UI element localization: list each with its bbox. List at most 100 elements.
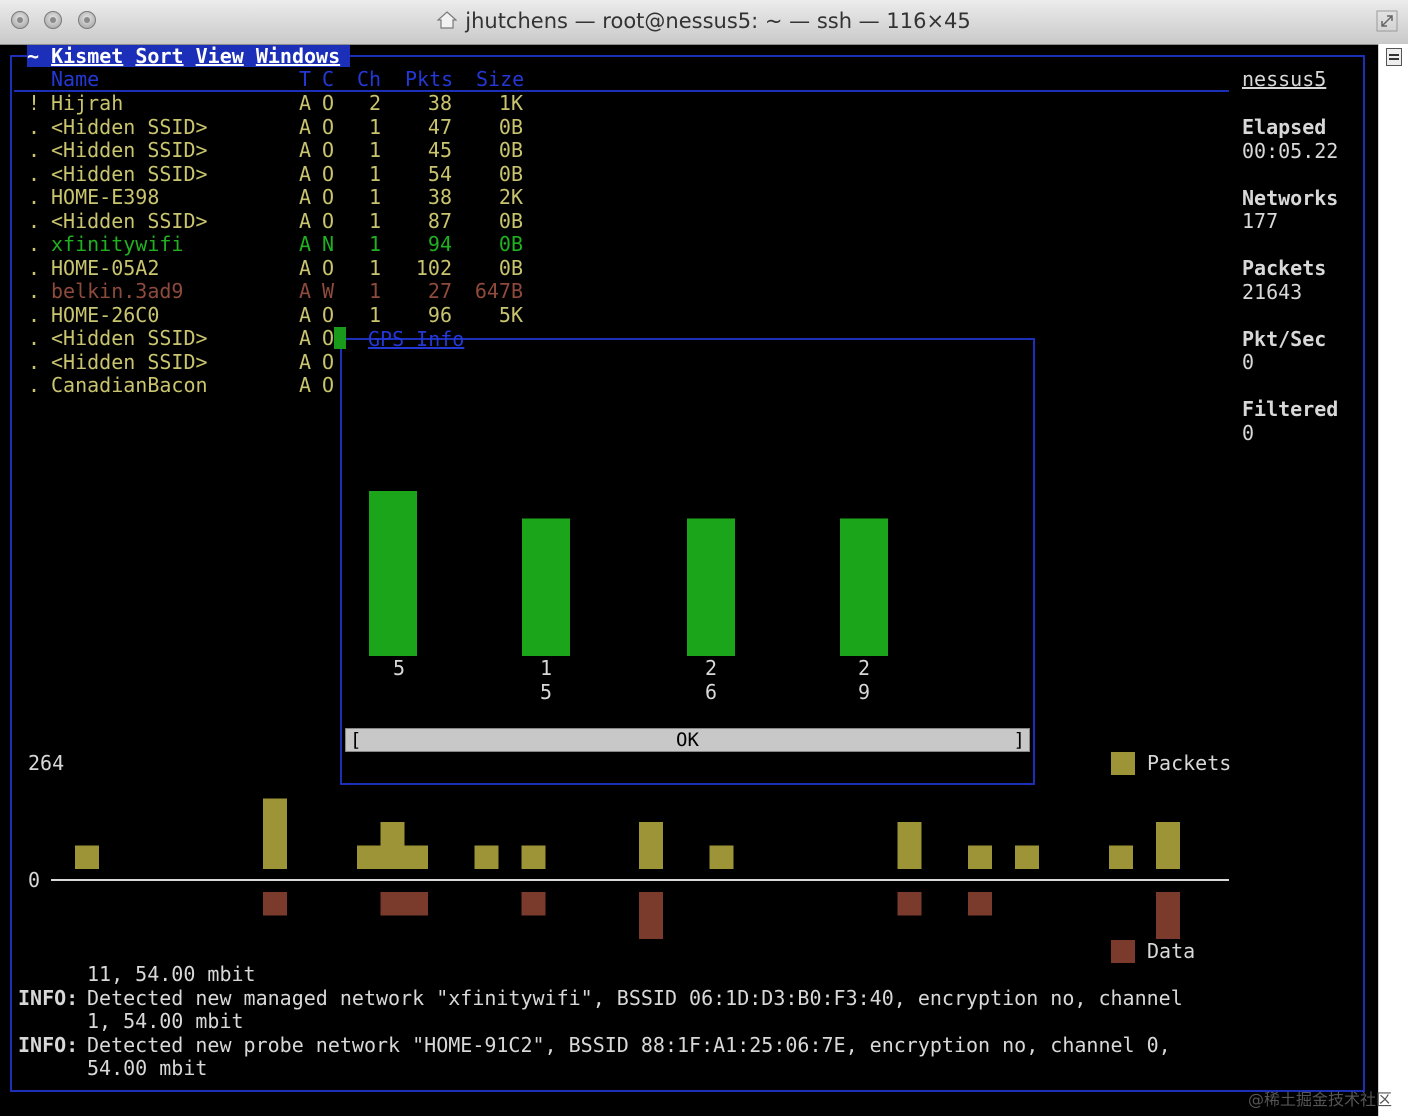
packets-bar [1015,845,1039,869]
data-bar [521,892,546,916]
network-cell-t: A [299,349,312,374]
log-tag: INFO: [18,985,79,1010]
kismet-menubar: ~ Kismet Sort View Windows [27,44,351,68]
sidebar-stat-value: 0 [1242,350,1255,374]
network-cell-name: <Hidden SSID> [51,114,208,139]
menu-tilde[interactable]: ~ [27,44,39,68]
network-cell-name: HOME-26C0 [51,302,160,327]
ok-bracket-right: ] [1013,729,1025,751]
packets-bar [968,845,992,869]
packets-bar [380,822,405,869]
network-cell-flag: . [28,138,41,162]
gps-bar-label: 5 [393,656,406,680]
network-cell-flag: . [28,373,41,397]
network-cell-c: O [322,326,335,350]
graph-ymax-label: 264 [28,751,65,775]
log-line: 1, 54.00 mbit [87,1009,244,1033]
gps-bar-label: 9 [858,679,871,704]
network-cell-flag: . [28,185,41,209]
ok-button[interactable]: [ OK ] [345,728,1030,752]
fullscreen-icon[interactable] [1376,10,1398,32]
sidebar-stat-label: Networks [1242,185,1339,210]
packets-bar [357,845,381,869]
network-cell-c: O [322,349,335,374]
data-bar [1156,892,1180,939]
column-header-type[interactable]: T [299,68,311,91]
network-cell-t: A [299,326,312,350]
packets-bar [75,845,99,869]
log-line: 11, 54.00 mbit [87,962,256,986]
legend-packets-swatch [1111,752,1135,775]
data-bar [404,892,428,916]
network-cell-name: <Hidden SSID> [51,326,208,350]
gps-bar-label: 1 [540,656,553,680]
column-header-packets[interactable]: Pkts [405,68,453,91]
graph-zero-label: 0 [28,868,41,892]
network-cell-size: 0B [498,161,523,186]
terminal-scrollbar[interactable] [1378,44,1408,1116]
legend-packets-label: Packets [1147,751,1232,775]
packets-bar [709,845,734,869]
sidebar-stat-value: 0 [1242,420,1255,445]
packets-bar [639,822,663,869]
log-tag: INFO: [18,1032,79,1057]
graph-axis-line [51,879,1229,881]
gps-info-title: GPS Info [368,327,465,351]
sidebar-stat-label: Pkt/Sec [1242,326,1327,351]
packets-bar [1109,845,1133,869]
column-header-channel[interactable]: Ch [357,68,381,91]
sidebar-stat-value: 177 [1242,209,1279,233]
gps-bar [522,518,570,656]
menu-kismet[interactable]: Kismet [51,44,123,68]
network-cell-name: HOME-E398 [51,185,160,209]
network-cell-flag: . [28,114,41,139]
gps-bar [840,518,888,656]
network-cell-size: 5K [498,302,523,327]
gps-bar [369,491,417,656]
network-cell-size: 0B [498,232,523,256]
data-bar [639,892,663,939]
network-cell-size: 2K [498,185,523,209]
packets-bar [521,845,546,869]
packets-bar [404,845,428,869]
data-bar [897,892,922,916]
network-cell-size: 0B [498,138,523,162]
window-titlebar: jhutchens — root@nessus5: ~ — ssh — 116×… [0,0,1408,45]
legend-data-label: Data [1147,939,1196,963]
network-cell-name: <Hidden SSID> [51,349,208,374]
packets-bar [474,845,499,869]
network-cell-name: belkin.3ad9 [51,279,184,303]
header-divider [14,90,1229,92]
network-cell-name: <Hidden SSID> [51,138,208,162]
column-header-size[interactable]: Size [476,68,524,91]
network-cell-flag: . [28,208,41,233]
data-bar [968,892,992,916]
network-cell-size: 1K [498,91,523,115]
network-cell-size: 0B [498,114,523,139]
column-header-name[interactable]: Name [51,68,99,91]
network-cell-flag: . [28,349,41,374]
network-cell-name: <Hidden SSID> [51,161,208,186]
gps-bar-label: 6 [705,679,718,704]
sidebar-stat-label: Filtered [1242,397,1339,421]
network-cell-flag: ! [28,91,41,115]
network-cell-name: xfinitywifi [51,232,184,256]
log-line: Detected new managed network "xfinitywif… [87,985,1183,1010]
network-cell-flag: . [28,232,41,256]
network-cell-flag: . [28,279,41,303]
menu-windows[interactable]: Windows [256,44,340,68]
sidebar-hostname: nessus5 [1242,67,1327,91]
gps-bar [687,518,735,656]
log-line: 54.00 mbit [87,1056,208,1080]
packets-bar [1156,822,1180,869]
scroll-grip-icon[interactable] [1386,48,1402,66]
network-cell-flag: . [28,326,41,350]
network-cell-t: A [299,373,312,397]
legend-data-swatch [1111,940,1135,963]
network-cell-c: O [322,373,335,397]
menu-sort[interactable]: Sort [135,44,183,68]
sidebar-stat-label: Packets [1242,256,1327,280]
column-header-crypt[interactable]: C [322,68,334,91]
menu-view[interactable]: View [196,44,244,68]
network-cell-name: Hijrah [51,91,124,115]
